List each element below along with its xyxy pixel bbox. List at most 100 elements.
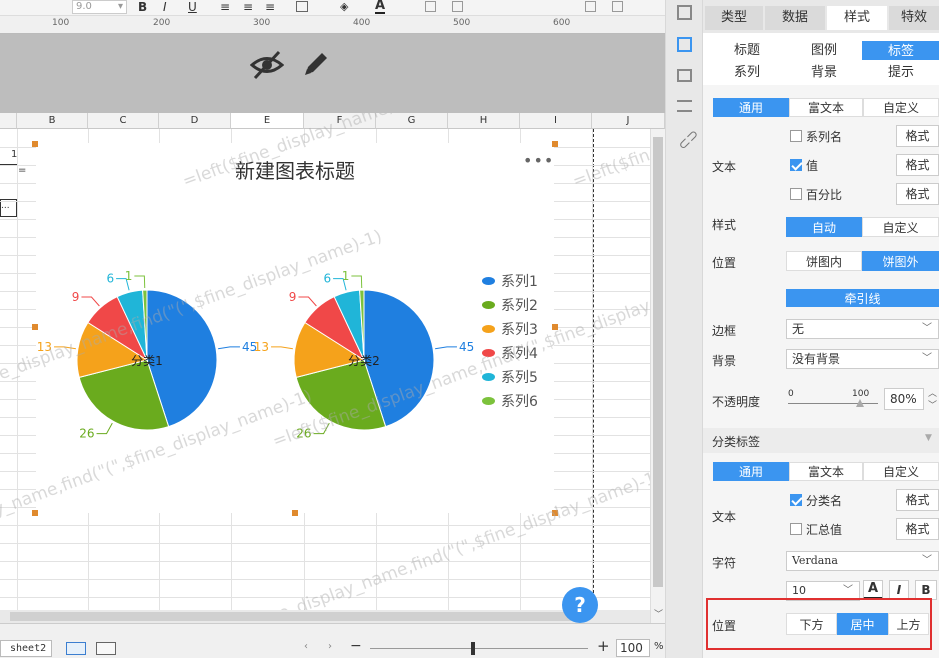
zoom-input[interactable]: 100 <box>616 639 650 657</box>
mode-tab-general[interactable]: 通用 <box>713 98 789 117</box>
zoom-slider[interactable] <box>370 648 588 649</box>
format-button[interactable]: 格式 <box>896 489 939 511</box>
chart-attribute-icon[interactable] <box>677 37 692 52</box>
opacity-slider[interactable] <box>788 403 878 404</box>
scrollbar-thumb[interactable] <box>653 137 663 587</box>
zoom-in-button[interactable]: + <box>597 637 610 655</box>
border-select[interactable]: 无 ﹀ <box>786 319 939 339</box>
column-header-h[interactable]: H <box>448 113 520 129</box>
add-report-icon[interactable] <box>96 642 116 655</box>
zoom-slider-handle[interactable] <box>471 642 475 655</box>
mode-tab-custom[interactable]: 自定义 <box>863 462 939 481</box>
position-center-option[interactable]: 居中 <box>837 613 888 635</box>
mode-tab-general[interactable]: 通用 <box>713 462 789 481</box>
underline-button[interactable]: U <box>188 0 197 14</box>
total-label: 汇总值 <box>806 523 843 537</box>
percent-checkbox[interactable] <box>790 188 802 200</box>
spreadsheet-grid[interactable]: B C D E F G H I J 1 = ... 新建图表标题 ••• 45 2… <box>0 113 665 623</box>
column-header-i[interactable]: I <box>520 113 592 129</box>
link-icon[interactable]: ⊂⊃ <box>675 126 703 154</box>
opacity-slider-handle[interactable] <box>856 399 864 407</box>
next-page-icon[interactable]: › <box>328 641 332 652</box>
resize-handle[interactable] <box>32 324 38 330</box>
italic-button[interactable]: I <box>163 0 167 14</box>
column-header-c[interactable]: C <box>88 113 159 129</box>
position-above-option[interactable]: 上方 <box>888 613 929 635</box>
tab-style[interactable]: 样式 <box>827 6 887 30</box>
tab-data[interactable]: 数据 <box>765 6 825 30</box>
resize-handle[interactable] <box>32 141 38 147</box>
subtab-series[interactable]: 系列 <box>708 63 786 82</box>
resize-handle[interactable] <box>552 141 558 147</box>
opacity-input[interactable]: 80% <box>884 388 924 410</box>
legend-item[interactable]: 系列2 <box>482 295 538 315</box>
subtab-title[interactable]: 标题 <box>708 41 786 60</box>
chart-icon[interactable] <box>585 1 596 12</box>
insert-icon[interactable] <box>612 1 623 12</box>
section-header-category-label[interactable]: 分类标签 ▼ <box>703 428 939 453</box>
tab-effects[interactable]: 特效 <box>889 6 939 30</box>
fill-color-icon[interactable]: ◈ <box>340 0 348 13</box>
italic-button[interactable]: I <box>889 580 909 600</box>
vertical-scrollbar[interactable]: ﹀ <box>650 129 665 623</box>
column-header-b[interactable]: B <box>17 113 88 129</box>
legend-item[interactable]: 系列3 <box>482 319 538 339</box>
leader-line-button[interactable]: 牵引线 <box>786 289 939 307</box>
edit-pencil-icon[interactable] <box>300 48 332 80</box>
font-color-button[interactable]: A <box>375 0 386 14</box>
font-size-select[interactable]: 9.0 ▾ <box>72 0 127 14</box>
layers-icon[interactable] <box>677 100 692 112</box>
help-button[interactable]: ? <box>562 587 598 623</box>
column-header-j[interactable]: J <box>592 113 665 129</box>
stepper-down-icon[interactable]: ﹀ <box>928 398 937 411</box>
legend-item[interactable]: 系列1 <box>482 271 538 291</box>
bold-button[interactable]: B <box>915 580 937 600</box>
mode-tab-richtext[interactable]: 富文本 <box>789 462 863 481</box>
column-header-d[interactable]: D <box>159 113 231 129</box>
value-checkbox[interactable] <box>790 159 802 171</box>
table-icon[interactable] <box>452 1 463 12</box>
resize-handle[interactable] <box>32 510 38 516</box>
tab-type[interactable]: 类型 <box>705 6 763 30</box>
series-name-checkbox[interactable] <box>790 130 802 142</box>
mode-tab-richtext[interactable]: 富文本 <box>789 98 863 117</box>
position-inside-option[interactable]: 饼图内 <box>786 251 862 271</box>
mode-tab-custom[interactable]: 自定义 <box>863 98 939 117</box>
hide-icon[interactable] <box>250 50 284 80</box>
horizontal-scrollbar[interactable] <box>0 610 650 623</box>
align-left-icon[interactable]: ≡ <box>220 0 230 14</box>
image-icon[interactable] <box>425 1 436 12</box>
subtab-legend[interactable]: 图例 <box>785 41 863 60</box>
border-icon[interactable] <box>296 1 308 12</box>
zoom-out-button[interactable]: − <box>350 638 362 654</box>
scroll-down-icon[interactable]: ﹀ <box>654 607 663 620</box>
position-below-option[interactable]: 下方 <box>786 613 837 635</box>
font-color-button[interactable]: A <box>863 580 883 600</box>
bold-button[interactable]: B <box>138 0 147 14</box>
font-family-select[interactable]: Verdana ﹀ <box>786 551 939 571</box>
background-select[interactable]: 没有背景 ﹀ <box>786 349 939 369</box>
h-scrollbar-thumb[interactable] <box>10 612 575 621</box>
format-button[interactable]: 格式 <box>896 154 939 176</box>
column-header-e[interactable]: E <box>231 113 304 129</box>
resize-handle[interactable] <box>292 510 298 516</box>
style-auto-option[interactable]: 自动 <box>786 217 862 237</box>
style-custom-option[interactable]: 自定义 <box>862 217 939 237</box>
category-name-checkbox[interactable] <box>790 494 802 506</box>
format-button[interactable]: 格式 <box>896 183 939 205</box>
cell-attribute-icon[interactable] <box>677 5 692 20</box>
align-center-icon[interactable]: ≡ <box>243 0 253 14</box>
prev-page-icon[interactable]: ‹ <box>304 641 308 652</box>
position-outside-option[interactable]: 饼图外 <box>862 251 939 271</box>
legend-item[interactable]: 系列6 <box>482 391 538 411</box>
format-button[interactable]: 格式 <box>896 125 939 147</box>
align-right-icon[interactable]: ≡ <box>265 0 275 14</box>
format-button[interactable]: 格式 <box>896 518 939 540</box>
subtab-label[interactable]: 标签 <box>862 41 939 60</box>
sheet-tab-sheet2[interactable]: sheet2 <box>0 640 52 657</box>
add-sheet-icon[interactable] <box>66 642 86 655</box>
widget-icon[interactable] <box>677 69 692 82</box>
subtab-background[interactable]: 背景 <box>785 63 863 82</box>
subtab-tooltip[interactable]: 提示 <box>862 63 939 82</box>
total-checkbox[interactable] <box>790 523 802 535</box>
